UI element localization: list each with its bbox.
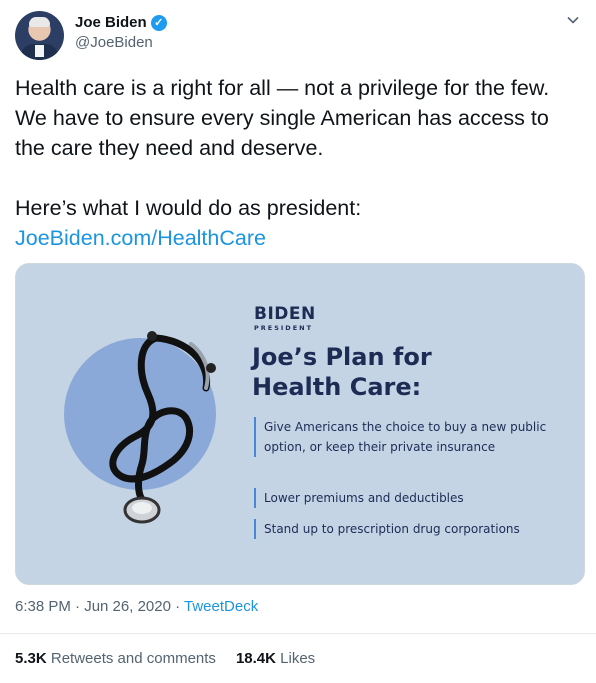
chevron-down-icon[interactable] — [566, 13, 580, 27]
tweet-line: Health care is a right for all — not a p… — [15, 76, 550, 100]
retweets-stat[interactable]: 5.3K Retweets and comments — [15, 650, 216, 667]
tweet-source[interactable]: TweetDeck — [184, 598, 258, 615]
tweet-text: Health care is a right for all — not a p… — [15, 73, 580, 253]
likes-label: Likes — [280, 650, 316, 667]
plan-title-line: Joe’s Plan for — [252, 343, 432, 371]
plan-title-line: Health Care: — [252, 373, 422, 401]
retweets-label: Retweets and comments — [50, 650, 216, 667]
tweet-header: Joe Biden ✓ @JoeBiden — [15, 11, 585, 60]
logo-main: BIDEN — [254, 304, 316, 324]
plan-bullet: Lower premiums and deductibles — [254, 488, 464, 508]
plan-bullet: Give Americans the choice to buy a new p… — [254, 417, 554, 457]
healthcare-link[interactable]: JoeBiden.com/HealthCare — [15, 226, 266, 250]
biden-logo: BIDEN PRESIDENT — [254, 304, 316, 333]
tweet-line: Here’s what I would do as president: — [15, 196, 362, 220]
author-name[interactable]: Joe Biden — [75, 14, 147, 31]
avatar[interactable] — [15, 11, 64, 60]
tweet-line: the care they need and deserve. — [15, 136, 324, 160]
retweets-count: 5.3K — [15, 650, 47, 667]
avatar-shirt — [35, 45, 44, 57]
stethoscope-icon — [109, 331, 216, 524]
likes-stat[interactable]: 18.4K Likes — [236, 650, 315, 667]
tweet-stats: 5.3K Retweets and comments 18.4K Likes — [15, 650, 335, 667]
logo-sub: PRESIDENT — [254, 324, 314, 332]
author-handle[interactable]: @JoeBiden — [75, 34, 153, 51]
plan-title: Joe’s Plan for Health Care: — [252, 342, 432, 402]
avatar-hair — [29, 17, 50, 27]
tweet-line: We have to ensure every single American … — [15, 106, 549, 130]
plan-bullet: Stand up to prescription drug corporatio… — [254, 519, 520, 539]
tweet-timestamp[interactable]: 6:38 PM · Jun 26, 2020 · — [15, 598, 184, 615]
divider — [0, 633, 596, 634]
name-row[interactable]: Joe Biden ✓ — [75, 14, 167, 31]
likes-count: 18.4K — [235, 650, 276, 667]
verified-badge-icon: ✓ — [150, 14, 167, 31]
tweet-meta: 6:38 PM · Jun 26, 2020 · TweetDeck — [15, 598, 258, 615]
media-card[interactable]: BIDEN PRESIDENT Joe’s Plan for Health Ca… — [15, 263, 585, 585]
